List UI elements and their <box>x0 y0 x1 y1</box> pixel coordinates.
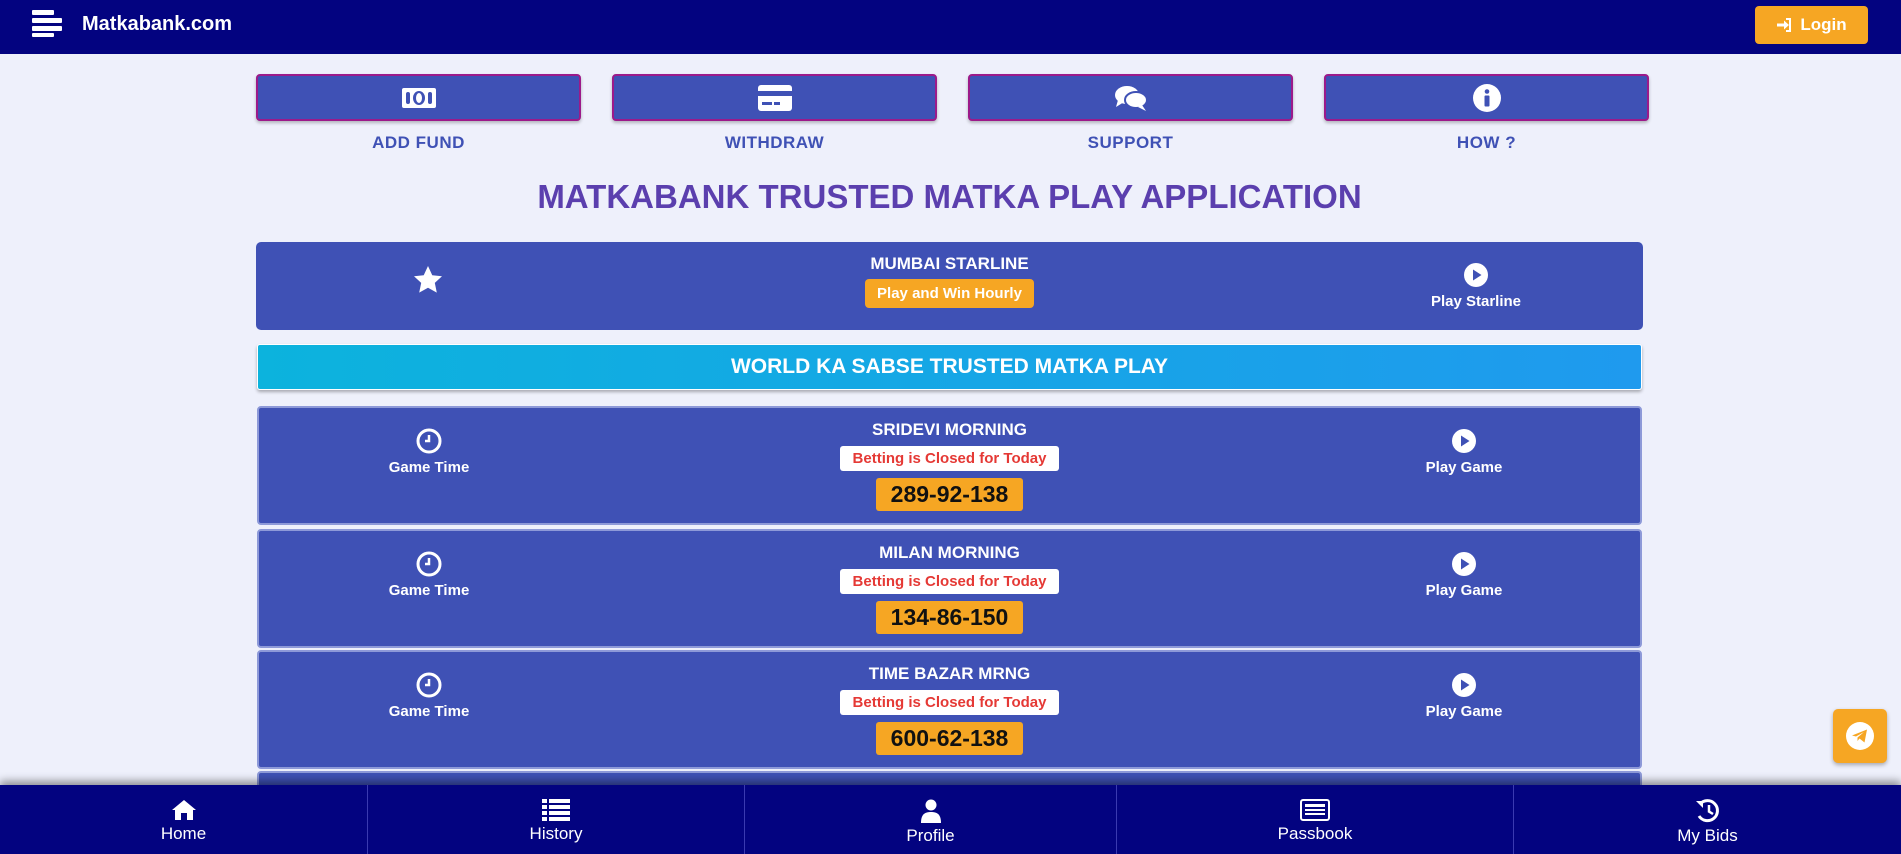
play-circle-icon <box>1464 263 1488 287</box>
support-action[interactable]: SUPPORT <box>968 74 1293 153</box>
game-result: 134-86-150 <box>876 601 1023 634</box>
play-starline-label: Play Starline <box>1430 293 1522 310</box>
add-fund-action[interactable]: ADD FUND <box>256 74 581 153</box>
trusted-banner: WORLD KA SABSE TRUSTED MATKA PLAY <box>257 344 1642 390</box>
add-fund-button[interactable] <box>256 74 581 121</box>
passbook-icon <box>1300 799 1330 821</box>
telegram-icon <box>1846 722 1874 750</box>
credit-card-icon <box>757 84 792 111</box>
add-fund-label: ADD FUND <box>372 133 465 152</box>
chat-bubbles-icon <box>1114 85 1148 111</box>
bottom-nav: Home History Profile Passbook My Bids <box>0 785 1901 854</box>
nav-history[interactable]: History <box>368 785 745 854</box>
play-circle-icon <box>1452 673 1476 697</box>
brand-title[interactable]: Matkabank.com <box>82 13 232 36</box>
play-game-label: Play Game <box>1425 582 1503 599</box>
support-label: SUPPORT <box>1087 133 1174 152</box>
nav-passbook-label: Passbook <box>1277 824 1353 843</box>
nav-history-label: History <box>529 824 583 843</box>
how-button[interactable] <box>1324 74 1649 121</box>
nav-home[interactable]: Home <box>0 785 368 854</box>
play-game-button[interactable]: Play Game <box>1409 672 1519 720</box>
login-button[interactable]: Login <box>1755 6 1868 44</box>
play-game-button[interactable]: Play Game <box>1409 551 1519 599</box>
sign-in-icon <box>1777 18 1792 32</box>
betting-status: Betting is Closed for Today <box>840 569 1059 594</box>
starline-badge: Play and Win Hourly <box>865 279 1034 308</box>
top-bar: Matkabank.com Login <box>0 0 1901 54</box>
info-circle-icon <box>1472 83 1501 112</box>
game-result: 600-62-138 <box>876 722 1023 755</box>
login-label: Login <box>1800 15 1847 34</box>
history-icon <box>1695 799 1719 823</box>
play-game-button[interactable]: Play Game <box>1409 428 1519 476</box>
how-label: HOW ? <box>1456 133 1517 152</box>
game-card: Game Time TIME BAZAR MRNG Betting is Clo… <box>257 650 1642 769</box>
nav-home-label: Home <box>160 824 207 843</box>
nav-passbook[interactable]: Passbook <box>1117 785 1514 854</box>
nav-profile-label: Profile <box>906 826 955 845</box>
list-icon <box>542 799 570 821</box>
game-card: Game Time SRIDEVI MORNING Betting is Clo… <box>257 406 1642 525</box>
how-action[interactable]: HOW ? <box>1324 74 1649 153</box>
starline-card[interactable]: MUMBAI STARLINE Play and Win Hourly Play… <box>256 242 1643 330</box>
play-circle-icon <box>1452 429 1476 453</box>
play-game-label: Play Game <box>1425 459 1503 476</box>
play-circle-icon <box>1452 552 1476 576</box>
game-card: Game Time MILAN MORNING Betting is Close… <box>257 529 1642 648</box>
withdraw-label: WITHDRAW <box>724 133 825 152</box>
nav-my-bids-label: My Bids <box>1677 826 1738 845</box>
withdraw-action[interactable]: WITHDRAW <box>612 74 937 153</box>
support-button[interactable] <box>968 74 1293 121</box>
nav-my-bids[interactable]: My Bids <box>1514 785 1901 854</box>
page-title: MATKABANK TRUSTED MATKA PLAY APPLICATION <box>537 178 1362 215</box>
play-game-label: Play Game <box>1425 703 1503 720</box>
user-icon <box>920 799 941 823</box>
nav-profile[interactable]: Profile <box>745 785 1117 854</box>
telegram-button[interactable] <box>1833 709 1887 763</box>
home-icon <box>171 800 196 820</box>
withdraw-button[interactable] <box>612 74 937 121</box>
play-starline-button[interactable]: Play Starline <box>1406 262 1546 310</box>
menu-icon[interactable] <box>32 10 66 37</box>
money-bill-icon <box>401 87 436 108</box>
betting-status: Betting is Closed for Today <box>840 446 1059 471</box>
game-result: 289-92-138 <box>876 478 1023 511</box>
betting-status: Betting is Closed for Today <box>840 690 1059 715</box>
